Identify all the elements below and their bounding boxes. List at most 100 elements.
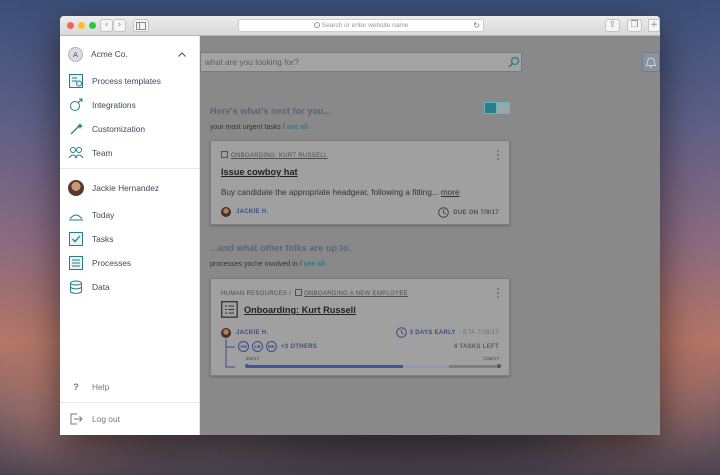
sidebar-item-label: Integrations [92, 100, 136, 110]
bell-icon [645, 57, 657, 68]
process-template-link[interactable]: ONBOARDING A NEW EMPLOYEE [304, 291, 408, 297]
card-view-button[interactable] [484, 102, 497, 114]
org-avatar: A [68, 46, 83, 62]
sidebar-item-label: Today [92, 210, 115, 220]
sidebar-item-label: Help [92, 382, 110, 392]
main-content: what are you looking for? Here's what's … [200, 36, 660, 435]
today-icon [68, 207, 84, 223]
sidebar-item-label: Team [92, 148, 113, 158]
owner-name: JACKIE H. [236, 330, 269, 336]
task-title[interactable]: Issue cowboy hat [221, 167, 298, 177]
close-window-button[interactable] [67, 22, 74, 29]
search-submit-icon[interactable] [508, 55, 520, 69]
sidebar-item-data[interactable]: Data [60, 276, 200, 298]
see-all-tasks-link[interactable]: see all [287, 124, 308, 131]
task-description-text: Buy candidate the appropriate headgear, … [221, 188, 439, 197]
sidebar-item-tasks[interactable]: Tasks [60, 228, 200, 250]
sidebar-item-team[interactable]: Team [60, 142, 200, 164]
browser-toolbar: ‹ › Search or enter website name ↻ ⇪ ❐ + [60, 16, 660, 36]
end-date: 7/28/17 [482, 357, 499, 362]
process-card[interactable]: HUMAN RESOURCES / ONBOARDING A NEW EMPLO… [210, 278, 510, 376]
user-name: Jackie Hernandez [92, 183, 160, 193]
address-bar[interactable]: Search or enter website name ↻ [238, 19, 484, 32]
next-subtitle: your most urgent tasks / see all [210, 124, 308, 131]
search-placeholder: what are you looking for? [205, 57, 299, 67]
participant-avatar: AH [238, 341, 249, 352]
forward-button[interactable]: › [113, 19, 126, 32]
browser-window: ‹ › Search or enter website name ↻ ⇪ ❐ +… [60, 16, 660, 435]
clock-icon [395, 327, 407, 338]
sidebar-item-customization[interactable]: Customization [60, 118, 200, 140]
task-description: Buy candidate the appropriate headgear, … [221, 188, 460, 197]
sidebar-item-label: Process templates [92, 76, 161, 86]
task-breadcrumb-text: ONBOARDING: KURT RUSSELL [231, 153, 328, 159]
progress-start-dot [245, 364, 249, 368]
sidebar-divider [60, 402, 200, 403]
others-count: +3 OTHERS [281, 343, 318, 350]
sidebar-item-label: Customization [92, 124, 146, 134]
back-button[interactable]: ‹ [100, 19, 113, 32]
start-date: 6/2/17 [246, 357, 260, 362]
progress-track [245, 364, 501, 368]
task-assignee: JACKIE H. [221, 207, 268, 217]
processes-icon [68, 255, 84, 271]
user-profile[interactable]: Jackie Hernandez [60, 177, 200, 199]
integrations-icon [68, 97, 84, 113]
zoom-window-button[interactable] [89, 22, 96, 29]
others-heading: ...and what other folks are up to. [210, 243, 351, 253]
sidebar-item-label: Processes [92, 258, 132, 268]
task-due: DUE ON 7/9/17 [438, 207, 499, 218]
view-toggle [484, 102, 510, 114]
chevron-up-icon[interactable] [178, 51, 186, 57]
team-icon [68, 145, 84, 161]
list-view-button[interactable] [497, 102, 510, 114]
org-switcher[interactable]: A Acme Co. [60, 43, 200, 65]
due-date: DUE ON 7/9/17 [453, 209, 499, 216]
sidebar-item-label: Log out [92, 414, 120, 424]
process-icon [221, 151, 228, 158]
org-name: Acme Co. [91, 49, 128, 59]
search-input[interactable]: what are you looking for? [200, 52, 522, 72]
participants[interactable]: AH LB MK +3 OTHERS [238, 341, 317, 352]
next-heading: Here's what's next for you... [210, 106, 332, 116]
sidebar-item-processes[interactable]: Processes [60, 252, 200, 274]
help-icon: ? [73, 382, 79, 392]
sidebar-toggle-button[interactable] [133, 19, 149, 32]
sidebar-item-process-templates[interactable]: Process templates [60, 70, 200, 92]
sidebar-item-help[interactable]: ? Help [60, 376, 200, 398]
share-button[interactable]: ⇪ [605, 19, 620, 32]
owner-avatar [221, 328, 231, 338]
search-icon [313, 22, 320, 28]
address-placeholder: Search or enter website name [321, 22, 409, 29]
assignee-avatar [221, 207, 231, 217]
task-card[interactable]: ONBOARDING: KURT RUSSELL Issue cowboy ha… [210, 140, 510, 225]
org-initial: A [72, 49, 78, 59]
new-tab-button[interactable]: + [648, 19, 660, 32]
logout-icon [68, 411, 84, 427]
reload-icon[interactable]: ↻ [473, 20, 480, 31]
task-menu-icon[interactable] [497, 150, 500, 162]
progress-end-dot [497, 364, 501, 368]
sidebar-item-today[interactable]: Today [60, 204, 200, 226]
process-status: 3 DAYS EARLY - ETA 7/25/17 [395, 327, 499, 338]
task-breadcrumb[interactable]: ONBOARDING: KURT RUSSELL [221, 151, 328, 159]
see-all-processes-link[interactable]: see all [304, 261, 325, 268]
notifications-button[interactable] [642, 52, 660, 72]
minimize-window-button[interactable] [78, 22, 85, 29]
tabs-overview-button[interactable]: ❐ [627, 19, 642, 32]
plus-icon: + [650, 20, 658, 30]
user-avatar [68, 180, 84, 196]
sidebar-toggle-icon [136, 22, 146, 30]
participant-avatar: LB [252, 341, 263, 352]
tabs-icon: ❐ [630, 20, 639, 30]
more-link[interactable]: more [441, 188, 460, 197]
process-template-icon [295, 289, 303, 296]
process-title[interactable]: Onboarding: Kurt Russell [244, 305, 356, 315]
clock-icon [438, 207, 450, 218]
sidebar-item-integrations[interactable]: Integrations [60, 94, 200, 116]
share-icon: ⇪ [608, 20, 617, 30]
process-category[interactable]: HUMAN RESOURCES / [221, 291, 291, 297]
process-menu-icon[interactable] [497, 288, 500, 300]
sidebar-item-logout[interactable]: Log out [60, 408, 200, 430]
process-breadcrumb: HUMAN RESOURCES / ONBOARDING A NEW EMPLO… [221, 289, 408, 297]
